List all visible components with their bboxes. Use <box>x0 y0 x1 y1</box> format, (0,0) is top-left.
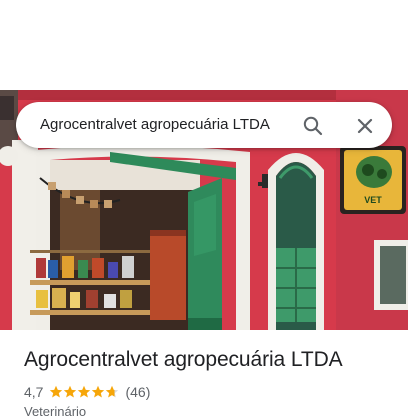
star-icon <box>106 385 119 398</box>
close-icon[interactable] <box>353 114 377 138</box>
rating-stars <box>49 385 119 399</box>
review-count[interactable]: (46) <box>125 384 150 400</box>
star-icons <box>50 385 119 398</box>
rating-value: 4,7 <box>24 384 44 400</box>
rating-row[interactable]: 4,7 (46) <box>24 383 150 401</box>
search-bar[interactable]: Agrocentralvet agropecuária LTDA <box>16 102 392 148</box>
star-icon <box>64 385 77 398</box>
search-icon[interactable] <box>301 114 325 138</box>
star-icon <box>50 385 63 398</box>
place-info-panel[interactable]: Agrocentralvet agropecuária LTDA 4,7 (46… <box>0 330 408 420</box>
vet-sign-text: VET <box>364 195 382 205</box>
search-input[interactable]: Agrocentralvet agropecuária LTDA <box>40 102 302 148</box>
star-icon <box>78 385 91 398</box>
place-category: Veterinário <box>24 404 87 419</box>
place-name: Agrocentralvet agropecuária LTDA <box>24 348 343 371</box>
star-icon <box>92 385 105 398</box>
